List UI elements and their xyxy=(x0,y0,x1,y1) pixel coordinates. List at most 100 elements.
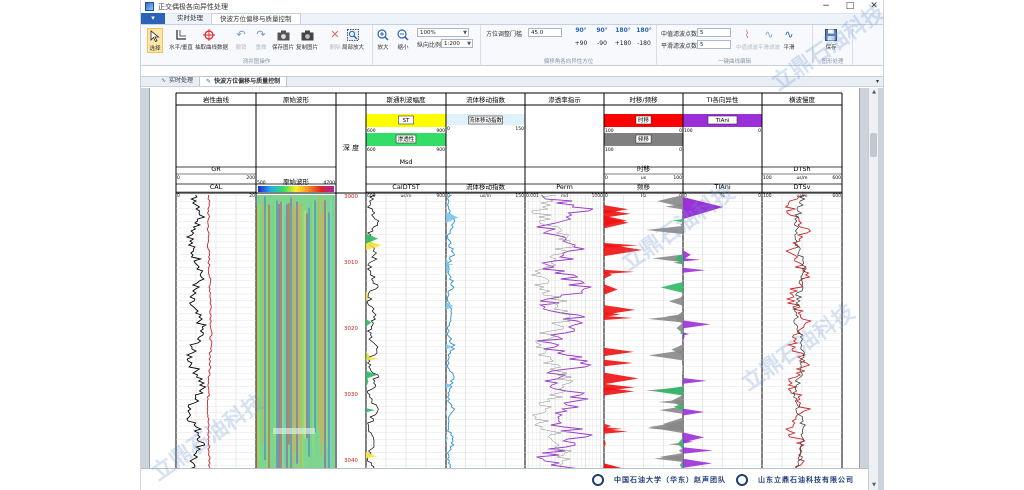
ribbon-tab-azimuth-qc[interactable]: 快波方位偏移与质量控制 xyxy=(211,13,301,24)
depth-label: 3000 xyxy=(344,194,358,200)
tiani-spike xyxy=(683,458,713,468)
fmi-spike xyxy=(446,434,448,443)
depth-label: 3040 xyxy=(344,458,358,464)
median-filter-button[interactable]: ⌇ 中值滤波 xyxy=(736,28,758,51)
log-plot[interactable]: 岩性曲线 原始波形深 度斯通利波幅度 流体移动指数 渗透率指示 时移/频移 TI各向异性横… xyxy=(150,88,861,490)
dtsv-name: DTSv xyxy=(794,183,811,191)
undo-icon: ↶ xyxy=(236,28,246,41)
scroll-up-icon[interactable]: ▲ xyxy=(869,88,879,97)
time-shift-unit: us xyxy=(641,176,647,181)
fmi-max: 150 xyxy=(515,193,524,199)
rotate-plus-180-button[interactable]: 180° +180 xyxy=(613,27,633,47)
fmi-spike xyxy=(446,343,452,350)
time-shift-spike xyxy=(604,347,634,357)
fmi-curve xyxy=(446,194,456,490)
log-workspace: 岩性曲线 原始波形深 度斯通利波幅度 流体移动指数 渗透率指示 时移/频移 TI各向异性横… xyxy=(141,88,883,490)
vertical-scale-select[interactable]: 1:200 ▼ xyxy=(441,39,473,48)
zoom-region-button[interactable]: 局部放大 xyxy=(342,28,364,51)
horizontal-vertical-tool[interactable]: 水平/垂直 xyxy=(169,28,193,51)
caldtst-max: 900 xyxy=(436,193,445,199)
perm-name: Perm xyxy=(556,183,573,191)
ribbon-group-log-ops: 选择 水平/垂直 抽取曲线数据 ↶ 撤销 ↷ 重做 保存图片 复制图片 ✕ 删除… xyxy=(141,25,373,66)
perm-spike xyxy=(366,408,376,413)
tiani-max: 0 xyxy=(758,193,761,199)
median-filter-input[interactable]: 5 xyxy=(697,28,731,37)
track-name-4: 流体移动指数 xyxy=(466,95,506,104)
close-button[interactable]: ✕ xyxy=(869,1,879,12)
perm-unit: md xyxy=(561,193,568,199)
gr-min: 0 xyxy=(177,175,180,181)
freq-shift-spike xyxy=(657,195,683,208)
waveform-name: 原始波形 xyxy=(283,177,310,186)
application-window: 正交偶极各向异性处理 − □ ✕ ▾ 实时处理 快波方位偏移与质量控制 选择 水… xyxy=(140,0,884,490)
smooth-filter-input[interactable]: 5 xyxy=(697,40,731,49)
tiani-top-label: TIAni xyxy=(715,118,730,124)
median-filter-icon: ⌇ xyxy=(744,28,750,41)
zoom-percent-select[interactable]: 100% ▼ xyxy=(417,28,469,37)
smooth-icon: ∿ xyxy=(784,28,794,41)
tiani-spike xyxy=(683,447,713,454)
zoom-out-button[interactable]: 缩小 xyxy=(395,28,411,51)
document-tab-bar: ∿ 实时处理 ✎ 快波方位偏移与质量控制 ▾ xyxy=(141,76,883,87)
green-spike xyxy=(660,281,683,293)
redo-button[interactable]: ↷ 重做 xyxy=(253,28,269,51)
maximize-button[interactable]: □ xyxy=(845,1,855,12)
extract-curve-tool[interactable]: 抽取曲线数据 xyxy=(195,28,228,51)
rotate-plus-90-button[interactable]: 90° +90 xyxy=(571,27,591,47)
app-menu-button[interactable]: ▾ xyxy=(141,13,165,24)
university-logo xyxy=(592,473,604,486)
floppy-disk-icon xyxy=(824,28,838,42)
time-shift-max: 100 xyxy=(673,175,682,181)
tiani-spike xyxy=(683,432,705,443)
select-tool[interactable]: 选择 xyxy=(147,28,163,53)
waveform-colorbar xyxy=(258,186,334,192)
depth-label: 3030 xyxy=(344,392,358,398)
ribbon-tab-realtime[interactable]: 实时处理 xyxy=(169,13,211,24)
tiani-spike xyxy=(683,408,705,416)
save-image-button[interactable]: 保存图片 xyxy=(272,28,294,51)
track-name-1: 原始波形 xyxy=(283,95,310,104)
depth-label: 3020 xyxy=(344,326,358,332)
freq-shift-spike xyxy=(668,296,683,306)
tiani-spike xyxy=(683,267,706,273)
camera-icon xyxy=(276,28,290,42)
copy-image-button[interactable]: 复制图片 xyxy=(296,28,318,51)
track-name-0: 岩性曲线 xyxy=(203,95,230,104)
vertical-scrollbar[interactable]: ▲ ▼ xyxy=(868,88,878,490)
scroll-thumb[interactable] xyxy=(870,133,877,157)
freq-shift-unit: Hz xyxy=(641,193,647,199)
tiani-name: TIAni xyxy=(713,183,730,191)
window-title: 正交偶极各向异性处理 xyxy=(158,2,228,11)
delete-icon: ✕ xyxy=(330,28,340,41)
tiani-spike xyxy=(683,332,690,336)
st-label: ST xyxy=(403,118,410,124)
time-shift-spike xyxy=(604,305,636,315)
vertical-scale-label: 纵向比例 xyxy=(417,42,442,49)
doc-tab-realtime[interactable]: ∿ 实时处理 xyxy=(155,76,199,86)
save-button[interactable]: 保存 xyxy=(823,28,839,51)
fmi-top-max: 150 xyxy=(515,126,524,132)
time-shift-spike xyxy=(604,315,633,321)
cal-min: 0 xyxy=(177,193,180,199)
time-shift-spike xyxy=(604,359,634,367)
zoom-in-icon xyxy=(376,28,390,42)
tab-list-dropdown-icon[interactable]: ▾ xyxy=(876,78,879,85)
minimize-button[interactable]: − xyxy=(821,1,831,12)
ribbon-group-zoom: 放大 缩小 100% ▼ 纵向比例 1:200 ▼ xyxy=(373,25,481,66)
doc-tab-azimuth-qc[interactable]: ✎ 快波方位偏移与质量控制 xyxy=(199,76,288,86)
target-icon xyxy=(202,28,216,42)
perm-fill-min: 600 xyxy=(367,147,376,153)
chevron-down-icon: ▼ xyxy=(463,30,467,36)
gr-curve xyxy=(185,194,208,490)
smooth-button[interactable]: ∿ 平滑 xyxy=(781,28,797,51)
rotate-minus-90-button[interactable]: 90° -90 xyxy=(592,27,612,47)
azimuth-threshold-input[interactable]: 45.0 xyxy=(528,28,562,37)
smooth-filter-icon: ∿ xyxy=(764,28,774,41)
scroll-down-icon[interactable]: ▼ xyxy=(869,481,879,490)
fmi-top-label: 流体移动指数 xyxy=(469,116,503,124)
time-shift-name: 时移 xyxy=(637,164,651,173)
rotate-minus-180-button[interactable]: 180° -180 xyxy=(634,27,654,47)
time-shift-spike xyxy=(604,429,628,434)
time-shift-spike xyxy=(604,437,606,449)
freq-shift-min: 0 xyxy=(605,193,608,199)
